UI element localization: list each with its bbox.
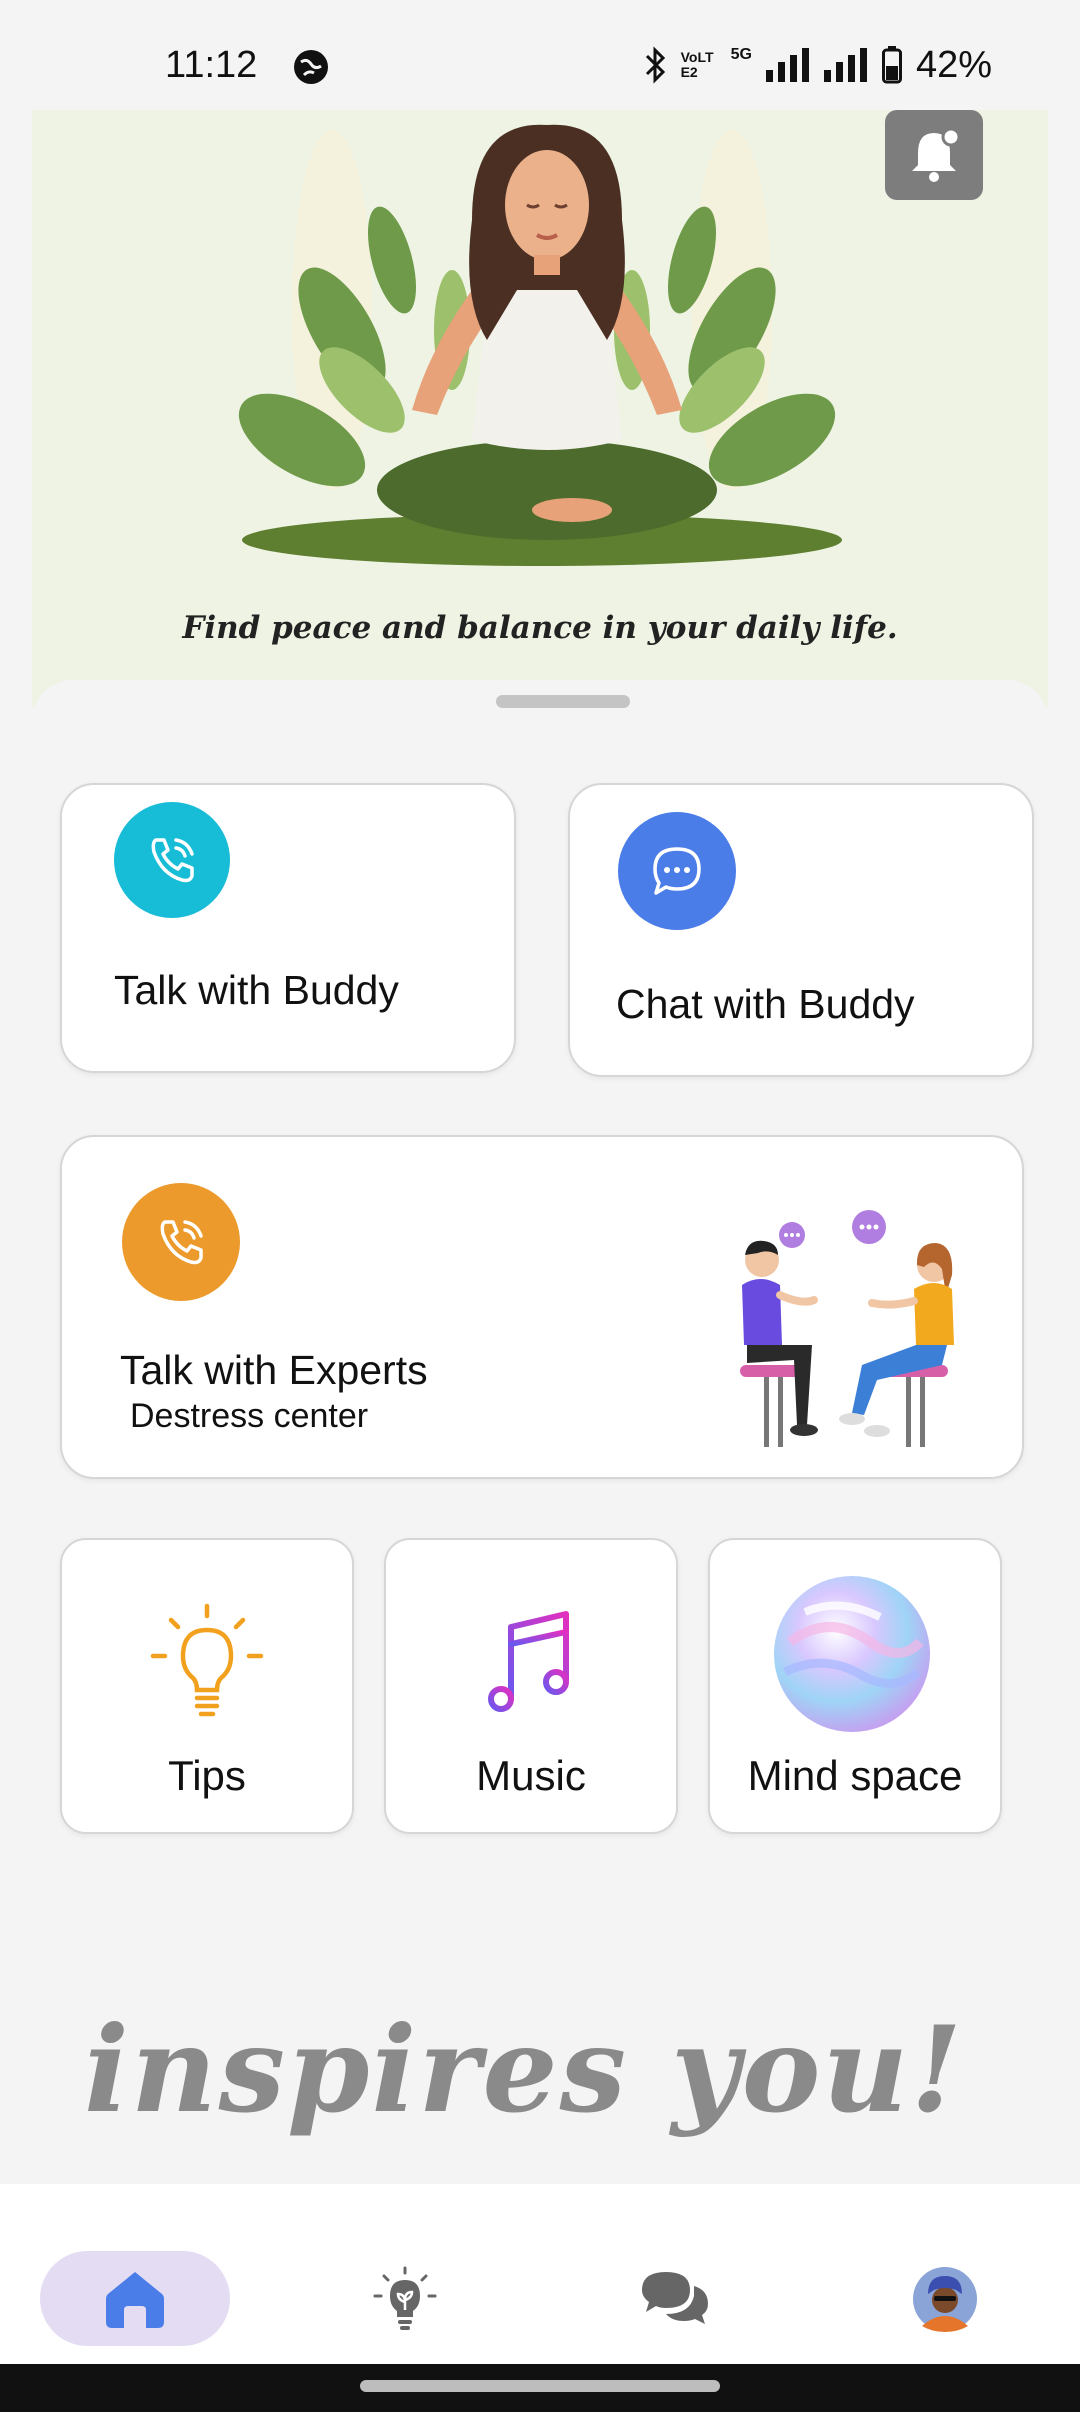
lightbulb-icon	[150, 1603, 264, 1717]
signal-icon-1	[765, 48, 809, 82]
chat-bubble-icon	[653, 847, 701, 895]
volte-label: VoLTE2	[680, 49, 714, 80]
battery-icon	[881, 46, 902, 84]
phone-call-icon	[160, 1220, 203, 1265]
avatar-icon	[913, 2266, 977, 2332]
bottom-sheet-edge	[32, 680, 1048, 760]
status-icons: VoLTE2 5G 42%	[643, 40, 992, 90]
orb-icon	[774, 1576, 930, 1732]
status-bar: 11:12 VoLTE2 5G 42%	[0, 0, 1080, 110]
phone-call-icon	[151, 838, 194, 883]
signal-icon-2	[823, 48, 867, 82]
bluetooth-icon	[645, 46, 665, 84]
hero-caption: Find peace and balance in your daily lif…	[182, 610, 898, 646]
nav-chats[interactable]	[620, 2251, 730, 2346]
battery-percent: 42%	[915, 43, 992, 86]
talk-buddy-icon-circle	[114, 802, 230, 918]
lightbulb-plant-icon	[373, 2266, 437, 2330]
talk-experts-sublabel: Destress center	[130, 1397, 369, 1435]
vpn-globe-icon	[294, 50, 328, 84]
hero-banner: Find peace and balance in your daily lif…	[32, 110, 1048, 710]
talk-experts-icon-circle	[122, 1183, 240, 1301]
home-gesture-handle[interactable]	[360, 2380, 720, 2392]
talk-with-experts-card[interactable]: Talk with Experts Destress center	[60, 1135, 1024, 1479]
inspire-banner-text: inspires you!	[84, 2000, 965, 2139]
chat-buddy-label: Chat with Buddy	[616, 981, 915, 1027]
mind-space-tile[interactable]: Mind space	[708, 1538, 1002, 1834]
chat-with-buddy-card[interactable]: Chat with Buddy	[568, 783, 1034, 1077]
talk-buddy-label: Talk with Buddy	[114, 967, 399, 1013]
nav-tips[interactable]	[350, 2251, 460, 2346]
mind-space-label: Mind space	[747, 1752, 963, 1799]
tips-label: Tips	[168, 1752, 246, 1799]
music-tile[interactable]: Music	[384, 1538, 678, 1834]
conversation-illustration	[740, 1210, 954, 1447]
notification-button[interactable]	[885, 110, 983, 200]
status-time: 11:12	[165, 44, 258, 86]
nav-profile[interactable]	[890, 2251, 1000, 2346]
talk-experts-label: Talk with Experts	[120, 1347, 428, 1393]
talk-with-buddy-card[interactable]: Talk with Buddy	[60, 783, 516, 1073]
network-5g-label: 5G	[730, 46, 752, 63]
music-note-icon	[488, 1611, 569, 1712]
home-icon	[106, 2271, 164, 2328]
chat-icon	[642, 2271, 708, 2324]
sheet-drag-handle[interactable]	[496, 695, 630, 708]
chat-buddy-icon-circle	[618, 812, 736, 930]
tips-tile[interactable]: Tips	[60, 1538, 354, 1834]
bell-icon	[912, 127, 961, 182]
nav-home[interactable]	[40, 2251, 230, 2346]
music-label: Music	[476, 1752, 586, 1799]
